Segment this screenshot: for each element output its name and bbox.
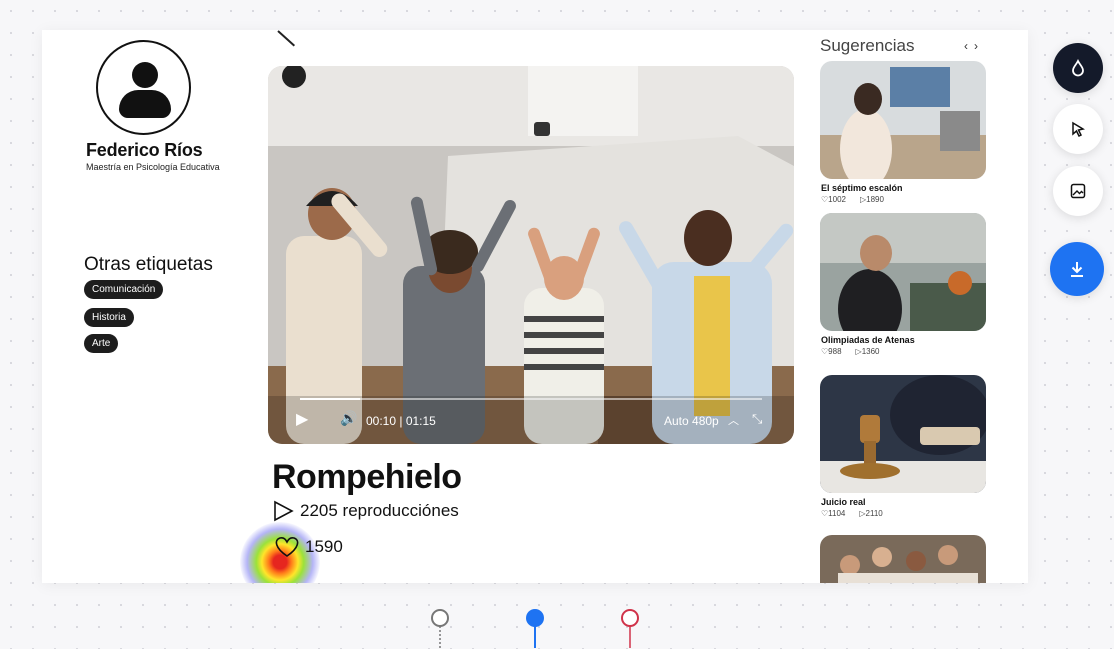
video-time: 00:10 | 01:15 <box>366 414 436 428</box>
suggestion-likes-1: 1002 <box>828 195 846 204</box>
pin-marker-blue[interactable] <box>525 608 545 648</box>
suggestion-title-2[interactable]: Olimpiadas de Atenas <box>821 335 915 345</box>
user-subtitle: Maestría en Psicología Educativa <box>86 162 220 172</box>
chevron-up-icon[interactable]: ︿ <box>728 412 739 428</box>
play-outline-icon <box>274 500 294 522</box>
suggestion-plays-1: 1890 <box>866 195 884 204</box>
views-count: 2205 reproducciónes <box>272 500 459 522</box>
suggestion-card-2[interactable] <box>820 213 986 331</box>
suggestion-card-3[interactable] <box>820 375 986 493</box>
download-button[interactable] <box>1050 242 1104 296</box>
suggestions-title: Sugerencias <box>820 36 915 55</box>
image-tool-button[interactable] <box>1053 166 1103 216</box>
tags-title: Otras etiquetas <box>84 254 213 275</box>
heart-icon[interactable] <box>272 535 302 559</box>
suggestion-stats-3: ♡1104 ▷2110 <box>821 509 883 518</box>
heart-icon: ♡988 <box>821 347 842 356</box>
video-frame <box>268 66 794 444</box>
avatar-head <box>132 62 158 88</box>
main-canvas: Federico Ríos Maestría en Psicología Edu… <box>42 30 1028 583</box>
suggestion-likes-3: 1104 <box>828 509 846 518</box>
suggestion-likes-2: 988 <box>828 347 842 356</box>
pin-marker-gray[interactable] <box>430 608 450 648</box>
suggestion-stats-1: ♡1002 ▷1890 <box>821 195 884 204</box>
cursor-icon <box>1072 121 1085 138</box>
quality-label[interactable]: Auto 480p <box>664 414 719 428</box>
tag-comunicacion[interactable]: Comunicación <box>84 280 164 299</box>
likes-label: 1590 <box>305 537 343 556</box>
tag-arte[interactable]: Arte <box>84 334 119 353</box>
likes-count[interactable]: 1590 <box>272 535 343 559</box>
image-icon <box>1070 183 1086 199</box>
suggestion-card-4[interactable] <box>820 535 986 583</box>
fullscreen-icon[interactable]: ⤡ <box>752 411 762 427</box>
chevron-left-icon[interactable]: ‹ <box>964 39 974 53</box>
suggestion-plays-2: 1360 <box>861 347 880 356</box>
tag-historia[interactable]: Historia <box>84 308 134 327</box>
avatar-body <box>119 90 171 118</box>
progress-bar[interactable] <box>300 398 762 400</box>
suggestion-title-3[interactable]: Juicio real <box>821 497 866 507</box>
views-label: 2205 reproducciónes <box>300 501 459 520</box>
thumbnail-image <box>820 375 986 493</box>
video-player[interactable]: ▶ 🔊 00:10 | 01:15 Auto 480p ︿ ⤡ <box>268 66 794 444</box>
download-icon <box>1071 262 1083 277</box>
suggestion-title-1[interactable]: El séptimo escalón <box>821 183 903 193</box>
suggestions-nav: ‹› <box>964 39 984 53</box>
volume-icon[interactable]: 🔊 <box>340 410 357 427</box>
play-icon[interactable]: ▶ <box>296 409 308 429</box>
avatar[interactable] <box>96 40 191 135</box>
heart-icon: ♡1002 <box>821 195 846 204</box>
progress-fill <box>300 398 361 400</box>
suggestion-stats-2: ♡988 ▷1360 <box>821 347 879 356</box>
chevron-right-icon[interactable]: › <box>974 39 984 53</box>
thumbnail-image <box>820 213 986 331</box>
drop-icon <box>1072 59 1084 77</box>
play-outline-icon: ▷1360 <box>855 347 880 356</box>
video-title: Rompehielo <box>272 458 462 496</box>
play-outline-icon: ▷1890 <box>859 195 884 204</box>
select-tool-button[interactable] <box>1053 104 1103 154</box>
heart-icon: ♡1104 <box>821 509 846 518</box>
thumbnail-image <box>820 535 986 583</box>
suggestion-card-1[interactable] <box>820 61 986 179</box>
decorative-line <box>277 30 296 47</box>
user-name: Federico Ríos <box>86 140 203 160</box>
thumbnail-image <box>820 61 986 179</box>
pin-marker-red[interactable] <box>620 608 640 648</box>
video-controls: ▶ 🔊 00:10 | 01:15 Auto 480p ︿ ⤡ <box>268 394 794 444</box>
drop-tool-button[interactable] <box>1053 43 1103 93</box>
suggestion-plays-3: 2110 <box>865 509 883 518</box>
play-outline-icon: ▷2110 <box>859 509 883 518</box>
